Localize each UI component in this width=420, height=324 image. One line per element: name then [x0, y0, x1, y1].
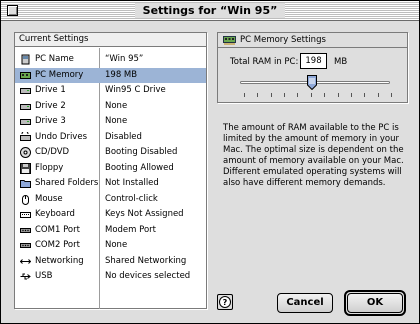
ram-input[interactable]: 198: [300, 53, 327, 69]
setting-value: None: [105, 100, 128, 111]
setting-name: Networking: [35, 255, 84, 266]
slider-tick: [364, 93, 366, 97]
setting-value: Booting Allowed: [105, 162, 174, 173]
drive-icon: [20, 119, 31, 125]
slider-tick: [391, 93, 392, 97]
setting-value: No devices selected: [105, 271, 191, 281]
setting-value: Keys Not Assigned: [105, 209, 184, 219]
slider-tick: [297, 93, 299, 97]
setting-name: Drive 3: [35, 116, 66, 126]
memory-chip-icon: [20, 71, 31, 79]
settings-row[interactable]: PC Name “Win 95”: [15, 52, 206, 68]
setting-value: None: [105, 116, 128, 126]
memory-group-title: PC Memory Settings: [240, 35, 326, 45]
settings-row[interactable]: Keyboard Keys Not Assigned: [15, 207, 206, 223]
setting-name: Mouse: [35, 193, 63, 204]
memory-settings-group: PC Memory Settings Total RAM in PC: 198 …: [217, 32, 408, 103]
settings-row[interactable]: COM1 Port Modem Port: [15, 223, 206, 239]
memory-group-header: PC Memory Settings: [218, 33, 407, 48]
setting-name: COM2 Port: [35, 240, 80, 250]
network-icon: [20, 258, 31, 264]
folder-icon: [20, 180, 31, 188]
setting-value: None: [105, 240, 128, 250]
setting-name: PC Name: [35, 54, 74, 64]
slider-ticks: [244, 93, 392, 97]
settings-row[interactable]: Drive 3 None: [15, 114, 206, 130]
slider-tick: [310, 93, 312, 97]
drive-icon: [20, 88, 31, 94]
setting-value: Shared Networking: [105, 255, 187, 266]
cd-icon: [20, 147, 31, 158]
slider-tick: [270, 93, 272, 97]
slider-tick: [377, 93, 379, 97]
slider-tick: [337, 93, 339, 97]
setting-value: Booting Disabled: [105, 147, 178, 157]
settings-row[interactable]: CD/DVD Booting Disabled: [15, 145, 206, 161]
settings-row[interactable]: Floppy Booting Allowed: [15, 161, 206, 177]
setting-name: COM1 Port: [35, 224, 80, 235]
mouse-icon: [22, 194, 29, 205]
setting-name: Keyboard: [35, 209, 75, 219]
ram-slider-thumb[interactable]: [307, 75, 317, 90]
svg-text:?: ?: [223, 298, 228, 307]
setting-name: CD/DVD: [35, 147, 70, 157]
ram-unit: MB: [334, 57, 348, 67]
slider-tick: [257, 93, 259, 97]
settings-row[interactable]: Drive 2 None: [15, 99, 206, 115]
slider-tick: [350, 93, 352, 97]
setting-name: Drive 2: [35, 100, 66, 111]
settings-window: Settings for “Win 95” Current Settings P…: [0, 0, 420, 324]
settings-rows: PC Name “Win 95” PC Memory 198 MB Drive 1 Win…: [15, 52, 206, 285]
port-icon: [20, 243, 31, 248]
settings-list: Current Settings PC Name “Win 95” PC Memor…: [14, 32, 207, 309]
help-button[interactable]: ?: [217, 294, 233, 310]
memory-chip-icon: [223, 36, 236, 45]
setting-value: Win95 C Drive: [105, 85, 166, 95]
setting-value: Modem Port: [105, 224, 156, 235]
settings-row[interactable]: Mouse Control-click: [15, 192, 206, 208]
memory-description: The amount of RAM available to the PC is…: [223, 123, 404, 188]
setting-name: PC Memory: [35, 69, 84, 80]
setting-name: Floppy: [35, 162, 64, 173]
undo-drive-icon: [20, 131, 31, 141]
usb-icon: [20, 273, 31, 280]
keyboard-icon: [20, 212, 31, 218]
pc-name-icon: [21, 54, 30, 65]
settings-row[interactable]: Shared Folders Not Installed: [15, 176, 206, 192]
window-title: Settings for “Win 95”: [134, 3, 286, 18]
setting-value: Control-click: [105, 193, 158, 204]
settings-row[interactable]: Undo Drives Disabled: [15, 130, 206, 146]
setting-name: Undo Drives: [35, 131, 87, 142]
setting-name: Drive 1: [35, 85, 66, 95]
floppy-icon: [20, 162, 31, 174]
slider-tick: [324, 93, 326, 97]
settings-row[interactable]: Networking Shared Networking: [15, 254, 206, 270]
ram-label: Total RAM in PC:: [230, 57, 299, 67]
setting-value: “Win 95”: [105, 54, 144, 64]
settings-row[interactable]: PC Memory 198 MB: [15, 67, 206, 83]
setting-name: Shared Folders: [35, 178, 99, 188]
help-icon: ?: [219, 296, 231, 308]
port-icon: [20, 227, 31, 233]
title-bar[interactable]: Settings for “Win 95”: [1, 1, 419, 21]
slider-tick: [244, 93, 245, 97]
slider-tick: [284, 93, 286, 97]
settings-row[interactable]: USB No devices selected: [15, 269, 206, 285]
settings-row[interactable]: COM2 Port None: [15, 238, 206, 254]
cancel-button[interactable]: Cancel: [277, 293, 333, 313]
drive-icon: [20, 103, 31, 110]
setting-value: Disabled: [105, 131, 142, 142]
setting-name: USB: [35, 271, 53, 281]
list-header: Current Settings: [15, 33, 206, 47]
ok-button[interactable]: OK: [347, 293, 403, 313]
setting-value: 198 MB: [105, 69, 138, 80]
settings-row[interactable]: Drive 1 Win95 C Drive: [15, 83, 206, 99]
setting-value: Not Installed: [105, 178, 159, 188]
